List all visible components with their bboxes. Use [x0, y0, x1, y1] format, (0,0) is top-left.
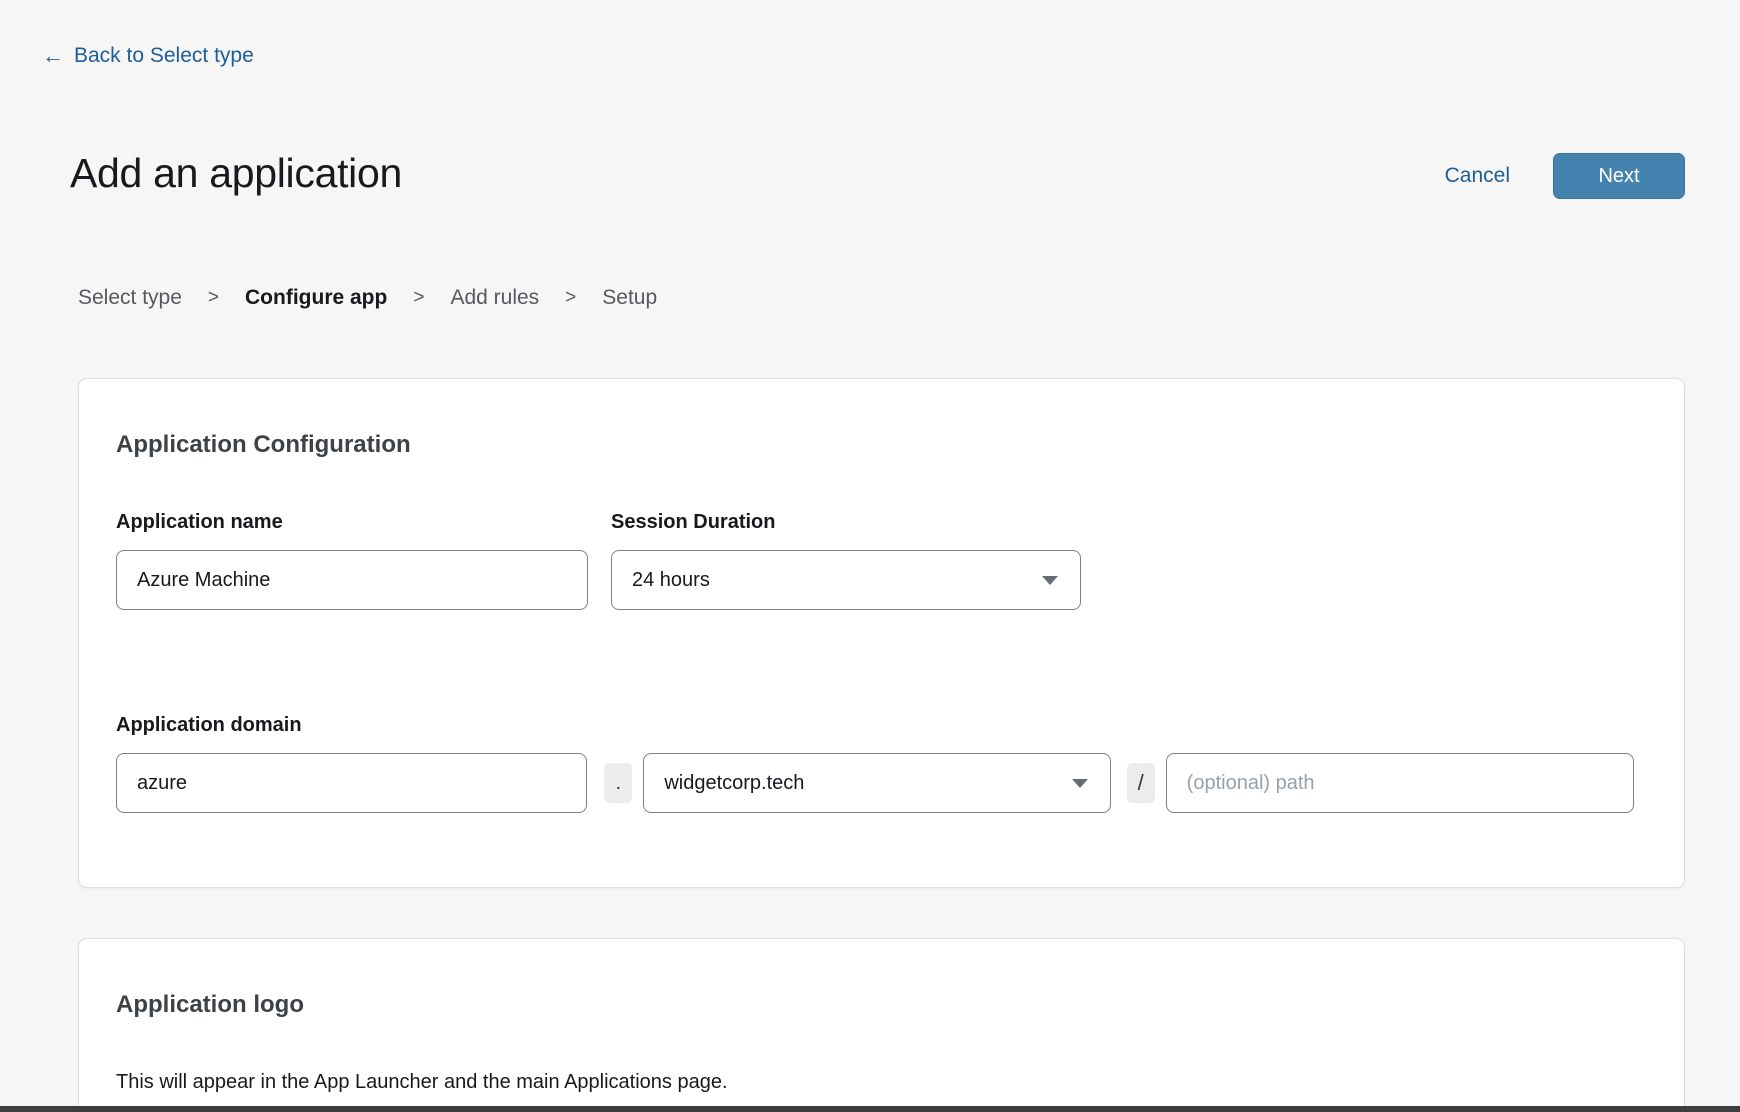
- step-configure-app[interactable]: Configure app: [245, 286, 387, 310]
- back-to-select-type-link[interactable]: ← Back to Select type: [42, 44, 254, 68]
- domain-dropdown[interactable]: widgetcorp.tech: [643, 753, 1110, 813]
- step-add-rules[interactable]: Add rules: [450, 286, 539, 310]
- header-actions: Cancel Next: [1445, 153, 1685, 199]
- back-arrow-icon: ←: [42, 45, 64, 67]
- session-duration-label: Session Duration: [611, 511, 1081, 534]
- application-domain-row: . widgetcorp.tech /: [116, 737, 1634, 813]
- application-logo-card: Application logo This will appear in the…: [78, 938, 1685, 1112]
- application-name-input[interactable]: [116, 550, 588, 610]
- logo-card-description: This will appear in the App Launcher and…: [116, 1071, 1634, 1094]
- domain-value: widgetcorp.tech: [664, 772, 804, 795]
- application-domain-label: Application domain: [116, 714, 1634, 737]
- session-duration-dropdown[interactable]: 24 hours: [611, 550, 1081, 610]
- session-duration-value: 24 hours: [632, 569, 710, 592]
- breadcrumb-separator: >: [413, 287, 424, 309]
- add-application-page: ← Back to Select type Add an application…: [0, 0, 1740, 1112]
- back-link-label: Back to Select type: [74, 44, 254, 68]
- step-select-type[interactable]: Select type: [78, 286, 182, 310]
- breadcrumb-separator: >: [208, 287, 219, 309]
- application-name-label: Application name: [116, 511, 588, 534]
- config-card-heading: Application Configuration: [116, 431, 1634, 459]
- page-title: Add an application: [70, 150, 402, 197]
- session-duration-field-group: Session Duration 24 hours: [611, 511, 1081, 610]
- step-setup[interactable]: Setup: [602, 286, 657, 310]
- cancel-button[interactable]: Cancel: [1445, 164, 1510, 188]
- application-domain-section: Application domain . widgetcorp.tech /: [116, 714, 1634, 813]
- application-configuration-card: Application Configuration Application na…: [78, 378, 1685, 888]
- subdomain-input[interactable]: [116, 753, 587, 813]
- path-input[interactable]: [1166, 753, 1634, 813]
- chevron-down-icon: [1072, 779, 1088, 788]
- wizard-breadcrumb: Select type > Configure app > Add rules …: [78, 286, 657, 310]
- bottom-edge-strip: [0, 1106, 1740, 1112]
- domain-dot-separator: .: [604, 763, 632, 803]
- breadcrumb-separator: >: [565, 287, 576, 309]
- name-session-row: Application name Session Duration 24 hou…: [116, 511, 1634, 610]
- logo-card-heading: Application logo: [116, 991, 1634, 1019]
- application-name-field-group: Application name: [116, 511, 588, 610]
- chevron-down-icon: [1042, 576, 1058, 585]
- domain-slash-separator: /: [1127, 763, 1155, 803]
- next-button[interactable]: Next: [1553, 153, 1685, 199]
